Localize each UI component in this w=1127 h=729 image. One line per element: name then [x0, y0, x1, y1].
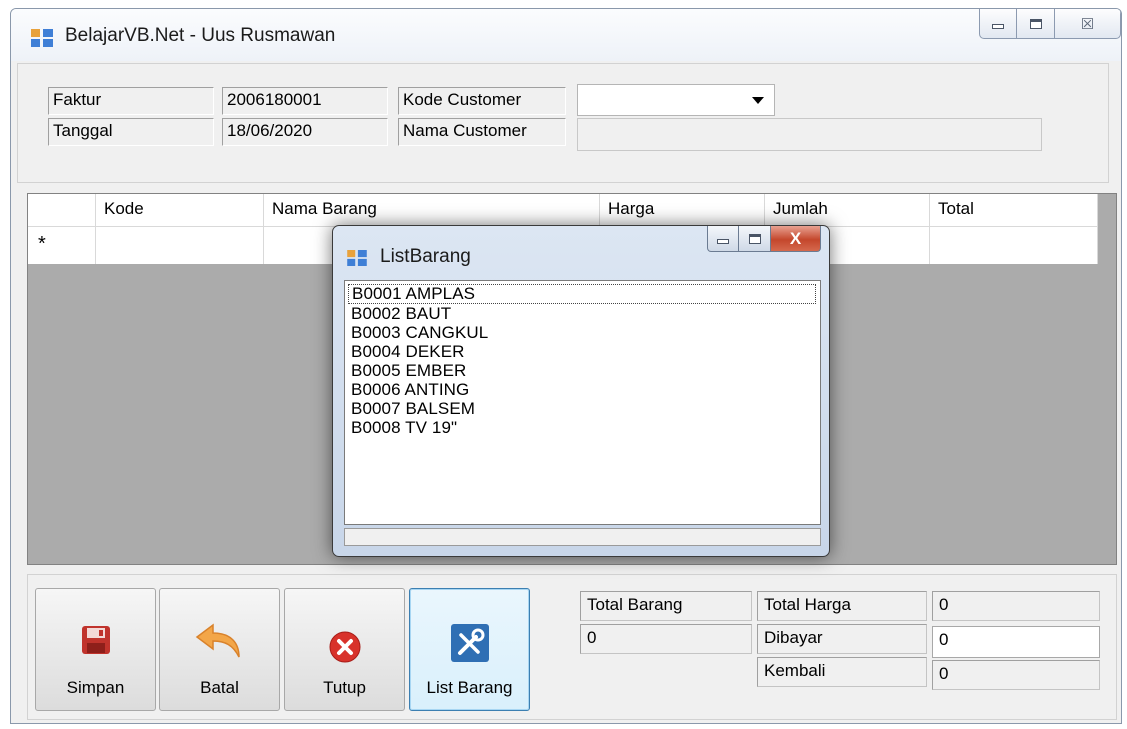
batal-button[interactable]: Batal	[159, 588, 280, 711]
close-button[interactable]: ☒	[1055, 9, 1121, 39]
total-barang-value: 0	[580, 624, 752, 654]
nama-customer-field[interactable]	[577, 118, 1042, 151]
row-header-corner	[28, 194, 96, 226]
save-icon	[81, 626, 110, 654]
faktur-label: Faktur	[48, 87, 214, 115]
dialog-minimize-button[interactable]	[707, 226, 739, 252]
list-item[interactable]: B0003 CANGKUL	[348, 323, 816, 343]
tutup-button[interactable]: Tutup	[284, 588, 405, 711]
new-row-marker: *	[28, 227, 96, 264]
maximize-button[interactable]	[1017, 9, 1055, 39]
dibayar-label: Dibayar	[757, 624, 927, 654]
undo-arrow-icon	[195, 623, 240, 658]
chevron-down-icon[interactable]	[752, 97, 764, 104]
close-icon: ☒	[1080, 15, 1095, 33]
close-icon: X	[789, 228, 802, 248]
cell-kode[interactable]	[96, 227, 264, 264]
list-item[interactable]: B0008 TV 19"	[348, 418, 816, 438]
title-bar[interactable]: BelajarVB.Net - Uus Rusmawan ☒	[11, 9, 1121, 61]
maximize-icon	[1029, 18, 1042, 29]
list-item[interactable]: B0004 DEKER	[348, 342, 816, 362]
minimize-icon	[717, 238, 729, 244]
barang-listbox[interactable]: B0001 AMPLAS B0002 BAUT B0003 CANGKUL B0…	[344, 280, 821, 525]
simpan-button[interactable]: Simpan	[35, 588, 156, 711]
window-title: BelajarVB.Net - Uus Rusmawan	[65, 25, 336, 46]
minimize-button[interactable]	[979, 9, 1017, 39]
list-barang-dialog: ListBarang X B0001 AMPLAS B0002 BAUT B00…	[332, 225, 830, 557]
kode-customer-combobox[interactable]	[577, 84, 775, 116]
column-header-kode[interactable]: Kode	[96, 194, 264, 226]
cancel-circle-icon	[329, 631, 360, 663]
nama-customer-label: Nama Customer	[398, 118, 566, 146]
column-header-nama-barang[interactable]: Nama Barang	[264, 194, 600, 226]
app-icon	[31, 29, 53, 47]
tools-icon	[450, 624, 489, 662]
tanggal-label: Tanggal	[48, 118, 214, 146]
minimize-icon	[992, 24, 1004, 29]
grid-header: Kode Nama Barang Harga Jumlah Total	[28, 194, 1098, 227]
kembali-label: Kembali	[757, 657, 927, 687]
list-item[interactable]: B0007 BALSEM	[348, 399, 816, 419]
cell-total[interactable]	[930, 227, 1098, 264]
list-item[interactable]: B0001 AMPLAS	[348, 284, 816, 304]
total-harga-value: 0	[932, 591, 1100, 621]
dialog-maximize-button[interactable]	[739, 226, 771, 252]
list-item[interactable]: B0006 ANTING	[348, 380, 816, 400]
list-item[interactable]: B0002 BAUT	[348, 304, 816, 324]
column-header-harga[interactable]: Harga	[600, 194, 765, 226]
tutup-label: Tutup	[323, 678, 366, 697]
list-barang-button[interactable]: List Barang	[409, 588, 530, 711]
kembali-value: 0	[932, 660, 1100, 690]
dibayar-input[interactable]: 0	[932, 626, 1100, 658]
total-harga-label: Total Harga	[757, 591, 927, 621]
dialog-close-button[interactable]: X	[771, 226, 821, 252]
column-header-total[interactable]: Total	[930, 194, 1098, 226]
simpan-label: Simpan	[66, 678, 125, 697]
dialog-app-icon	[347, 250, 367, 266]
dialog-status-strip	[344, 528, 821, 546]
total-barang-label: Total Barang	[580, 591, 752, 621]
maximize-icon	[748, 233, 761, 244]
list-barang-label: List Barang	[426, 678, 513, 697]
list-item[interactable]: B0005 EMBER	[348, 361, 816, 381]
dialog-title: ListBarang	[380, 246, 471, 267]
faktur-value: 2006180001	[222, 87, 388, 115]
batal-label: Batal	[200, 678, 239, 697]
tanggal-value: 18/06/2020	[222, 118, 388, 146]
column-header-jumlah[interactable]: Jumlah	[765, 194, 930, 226]
kode-customer-label: Kode Customer	[398, 87, 566, 115]
